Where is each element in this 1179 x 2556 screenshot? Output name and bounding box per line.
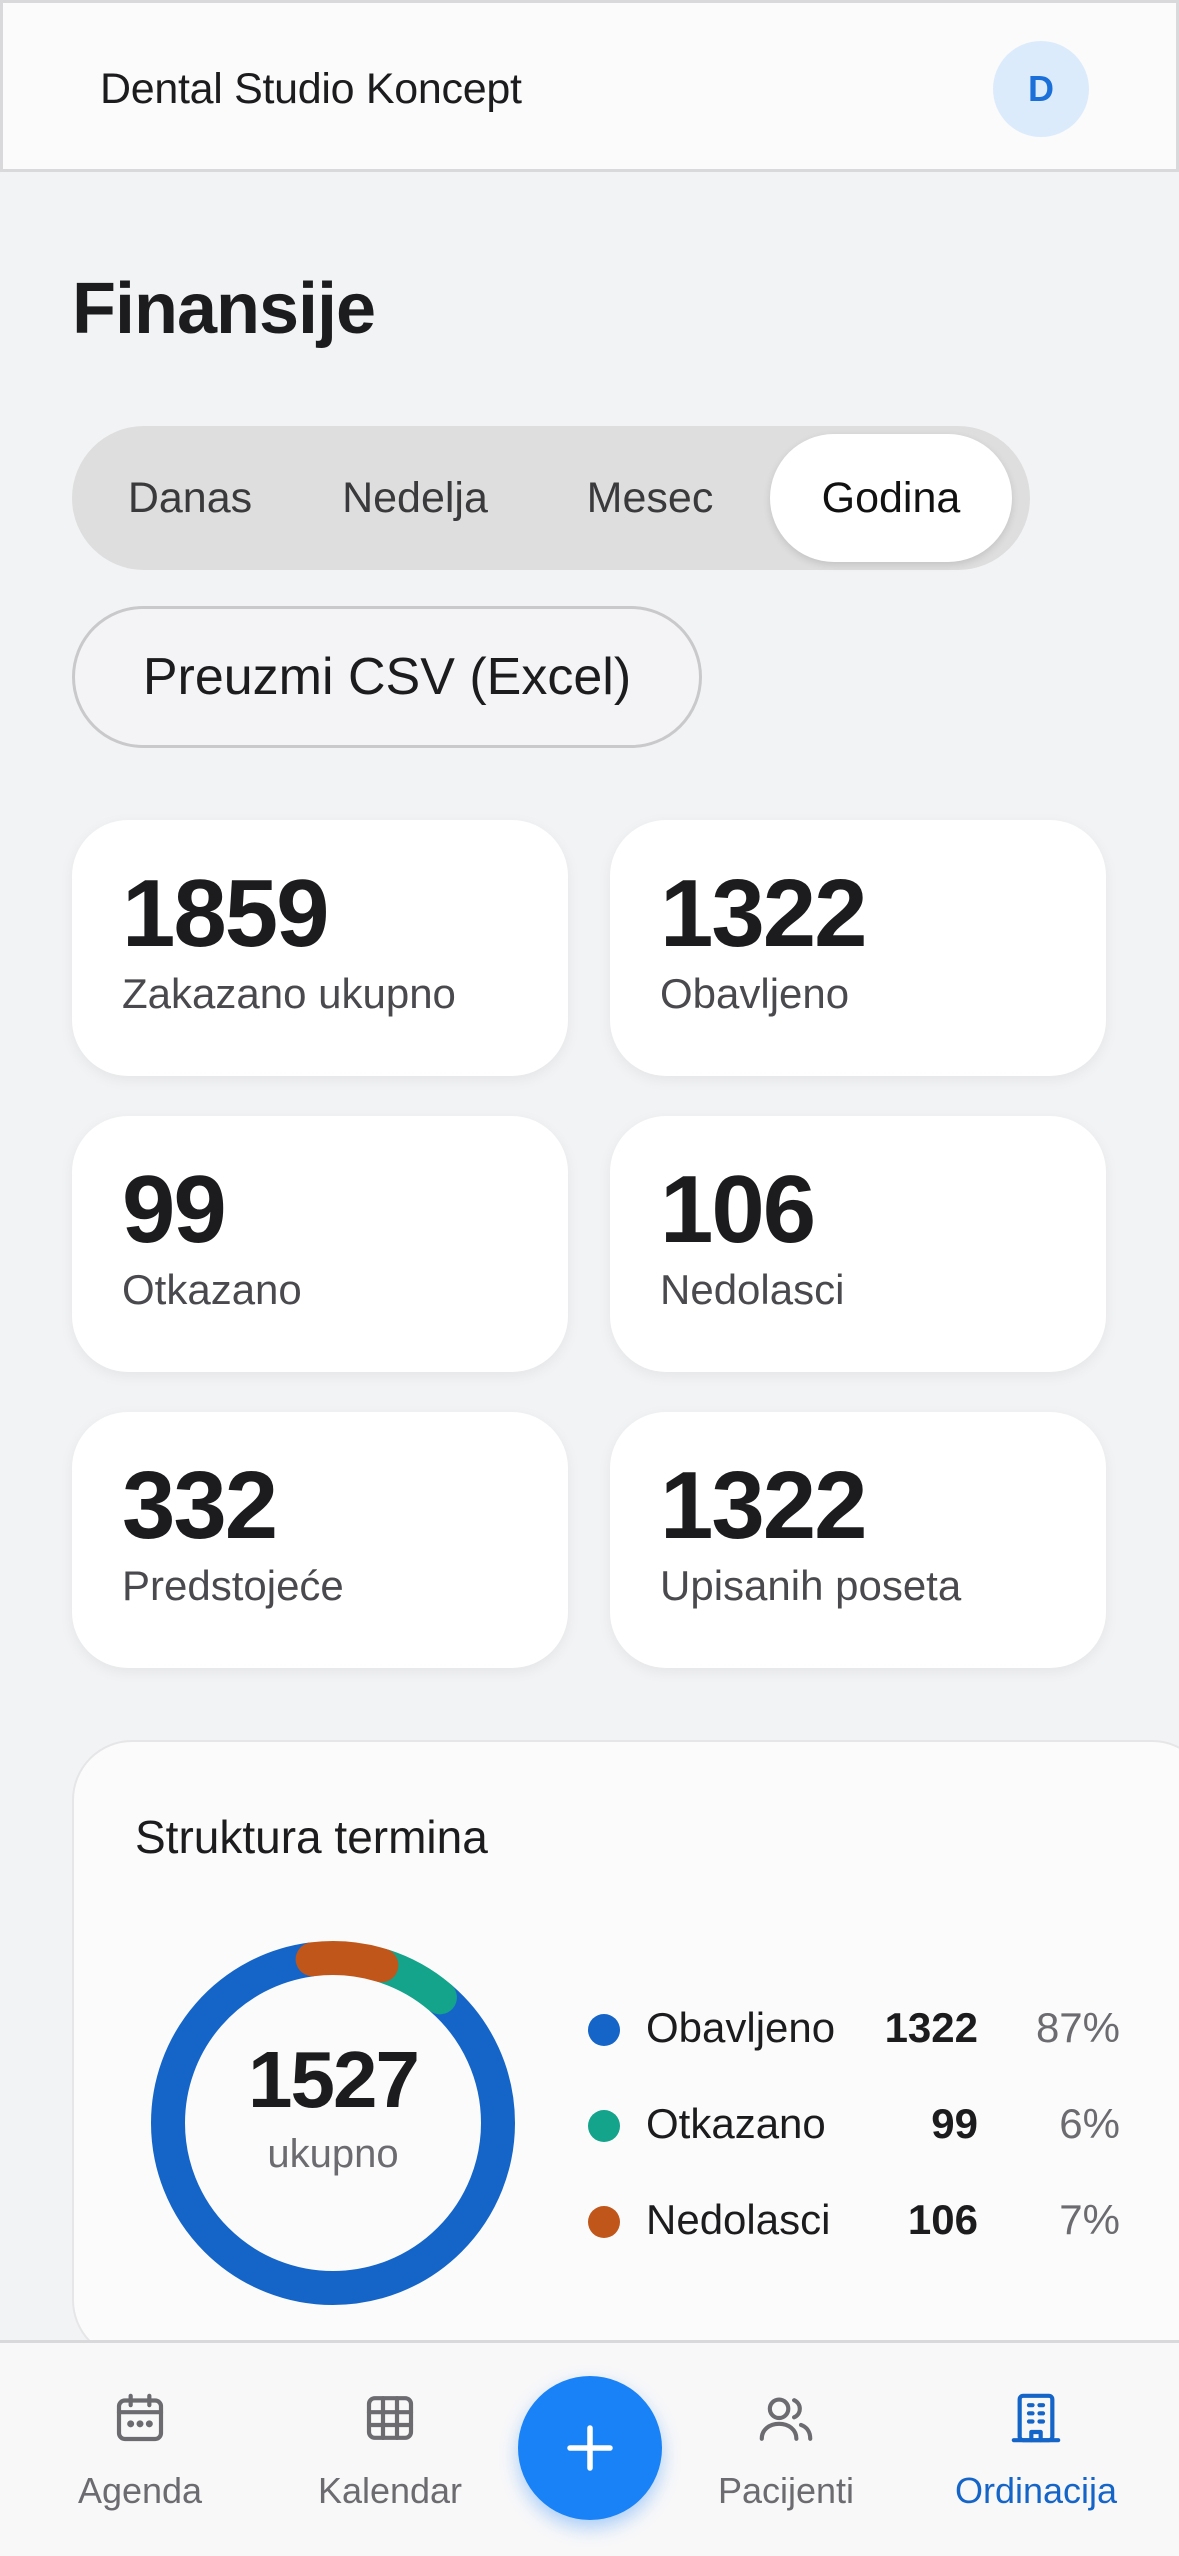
grid-icon [366, 2396, 414, 2440]
stat-card-scheduled-total: 1859 Zakazano ukupno [72, 820, 568, 1076]
stat-value: 1859 [122, 860, 330, 967]
building-icon [1011, 2393, 1061, 2443]
user-avatar[interactable]: D [993, 41, 1089, 137]
stat-card-no-shows: 106 Nedolasci [610, 1116, 1106, 1372]
stat-card-cancelled: 99 Otkazano [72, 1116, 568, 1372]
stat-label: Nedolasci [660, 1266, 845, 1313]
stat-label: Predstojeće [122, 1562, 344, 1609]
legend-name: Nedolasci [646, 2196, 831, 2243]
stat-value: 1322 [660, 1452, 868, 1559]
top-bar: Dental Studio Koncept D [0, 0, 1179, 172]
stat-label: Zakazano ukupno [122, 970, 456, 1017]
export-csv-button[interactable]: Preuzmi CSV (Excel) [72, 606, 702, 748]
nav-label: Kalendar [317, 2470, 463, 2511]
nav-item-agenda[interactable]: Agenda [40, 2390, 240, 2512]
chart-title: Struktura termina [135, 1811, 488, 1863]
tab-mesec[interactable]: Mesec [530, 434, 770, 562]
avatar-initial: D [1028, 68, 1054, 109]
stat-value: 99 [122, 1156, 227, 1263]
legend-value: 106 [907, 2196, 978, 2243]
stat-card-completed: 1322 Obavljeno [610, 820, 1106, 1076]
legend-item-no-shows: Nedolasci 106 7% [588, 2192, 1128, 2252]
stat-value: 332 [122, 1452, 278, 1559]
legend-name: Obavljeno [646, 2004, 836, 2051]
nav-item-pacijenti[interactable]: Pacijenti [686, 2390, 886, 2512]
legend-value: 99 [931, 2100, 978, 2147]
tab-nedelja[interactable]: Nedelja [300, 434, 530, 562]
plus-icon [567, 2425, 613, 2471]
stat-label: Otkazano [122, 1266, 302, 1313]
legend-name: Otkazano [646, 2100, 826, 2147]
nav-label: Ordinacija [954, 2470, 1118, 2511]
calendar-icon [116, 2393, 164, 2442]
stat-card-upcoming: 332 Predstojeće [72, 1412, 568, 1668]
nav-label: Agenda [77, 2470, 203, 2511]
nav-item-kalendar[interactable]: Kalendar [290, 2390, 490, 2512]
users-icon [759, 2397, 813, 2441]
legend-dot [588, 2110, 620, 2142]
tab-danas[interactable]: Danas [80, 434, 300, 562]
nav-item-ordinacija[interactable]: Ordinacija [936, 2390, 1136, 2512]
legend-item-completed: Obavljeno 1322 87% [588, 2000, 1128, 2060]
period-selector: Danas Nedelja Mesec Godina [72, 426, 1030, 570]
stat-card-recorded-visits: 1322 Upisanih poseta [610, 1412, 1106, 1668]
stat-value: 106 [660, 1156, 816, 1263]
nav-label: Pacijenti [717, 2470, 855, 2511]
add-button[interactable] [518, 2376, 662, 2520]
legend-percent: 87% [1035, 2004, 1120, 2051]
legend-dot [588, 2206, 620, 2238]
donut-total: 1527 [248, 2035, 420, 2124]
legend-value: 1322 [884, 2004, 978, 2051]
legend-item-cancelled: Otkazano 99 6% [588, 2096, 1128, 2156]
legend-dot [588, 2014, 620, 2046]
clinic-name: Dental Studio Koncept [100, 65, 522, 113]
tab-godina[interactable]: Godina [770, 434, 1012, 562]
stat-label: Upisanih poseta [660, 1562, 962, 1609]
page-title: Finansije [72, 269, 376, 349]
stat-label: Obavljeno [660, 970, 850, 1017]
legend-percent: 6% [1059, 2100, 1120, 2147]
donut-total-label: ukupno [267, 2132, 399, 2176]
legend-percent: 7% [1059, 2196, 1120, 2243]
stat-value: 1322 [660, 860, 868, 967]
